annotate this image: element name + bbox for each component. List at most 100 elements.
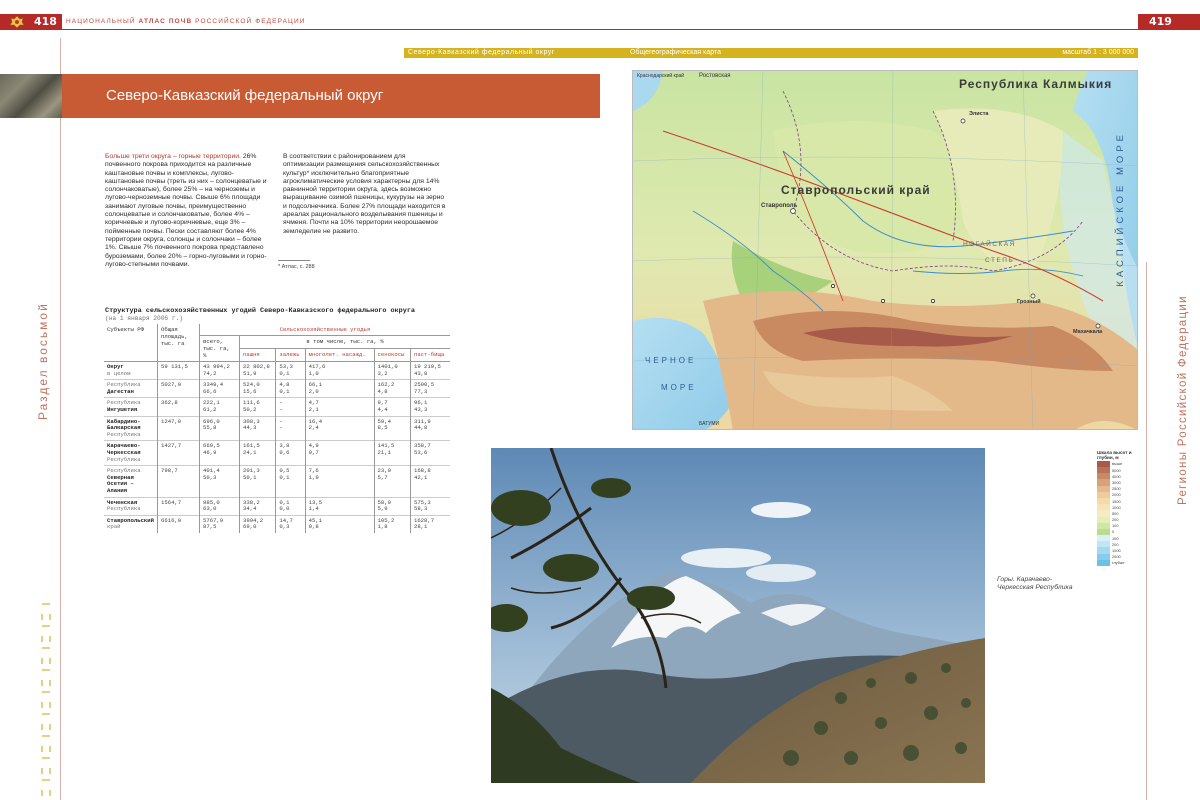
column-1-body: 26% почвенного покрова приходится на раз…: [105, 153, 267, 268]
row-subject-suffix: Республика: [107, 505, 141, 513]
running-head: национальный атлас почв российской федер…: [66, 18, 306, 25]
legend-scale: выше 5000 4000 3000 2500 2000 1500 1000 500 200 10…: [1097, 460, 1137, 566]
row-pasture-percent: 28,1: [413, 523, 428, 531]
row-total: 985,0 63,0: [199, 496, 240, 516]
row-total-percent: 63,0: [203, 505, 217, 513]
legend-label: 1500: [1112, 498, 1121, 504]
row-pasture: 19 219,5 43,8: [409, 360, 450, 380]
running-head-prefix: национальный: [66, 18, 136, 25]
row-total: 401,4 50,3: [199, 465, 240, 497]
table-row: Ставропольский край 6616,0 5767,9 87,5 3994,2…: [104, 514, 450, 533]
general-geographic-map: Республика Калмыкия Ставропольский край …: [632, 70, 1138, 430]
row-pasture: 2590,5 77,3: [409, 379, 450, 398]
row-perennial-percent: 2,4: [308, 424, 319, 432]
row-arable: 524,0 15,6: [238, 379, 276, 398]
legend-label: 200: [1112, 541, 1119, 547]
text-column-2: В соответствии с районированием для опти…: [283, 153, 446, 235]
left-header-rule: [62, 29, 600, 30]
map-label-grozny: Грозный: [1017, 299, 1041, 305]
header-fallow: залежь: [275, 348, 306, 362]
row-arable-percent: 34,4: [243, 505, 257, 513]
row-area: 5027,0: [157, 379, 200, 398]
row-area: 1427,7: [157, 440, 200, 466]
right-page-number: 419: [1149, 15, 1172, 28]
row-hay: 58,9 5,9: [373, 496, 411, 516]
right-header-rule: [600, 29, 1138, 30]
row-total-percent: 66,6: [203, 387, 217, 395]
row-hay-percent: 21,1: [377, 448, 391, 456]
left-margin-rule: [60, 38, 61, 800]
row-area: 6616,0: [157, 514, 200, 533]
map-label-elista: Элиста: [969, 111, 989, 117]
row-fallow: – –: [275, 397, 306, 417]
legend-label: 1000: [1112, 504, 1121, 510]
table-row: Кабардино-Балкарская Республика 1247,0 696,…: [104, 415, 450, 441]
row-perennial: 45,1 0,8: [304, 514, 375, 533]
legend-label: 5000: [1112, 467, 1121, 473]
row-perennial-percent: 2,0: [308, 387, 319, 395]
table-subcaption: (на 1 января 2006 г.): [105, 315, 183, 322]
row-total-percent: 74,2: [203, 369, 217, 377]
legend-item: глубже: [1097, 559, 1137, 566]
legend-label: 3000: [1112, 479, 1121, 485]
row-perennial-percent: 0,8: [308, 523, 319, 531]
row-hay: 141,5 21,1: [373, 440, 411, 466]
row-arable: 201,3 50,1: [238, 465, 276, 497]
row-perennial: 66,1 2,0: [304, 379, 375, 398]
column-1-lead: Больше трети округа – горные территории.: [105, 153, 241, 160]
row-arable: 161,5 24,1: [238, 440, 276, 466]
row-perennial: 417,6 1,0: [304, 360, 375, 380]
row-hay: 23,0 5,7: [373, 465, 411, 497]
row-total: 3349,4 66,6: [199, 379, 240, 398]
row-perennial-percent: 1,0: [308, 369, 319, 377]
row-total-percent: 46,9: [203, 448, 217, 456]
legend-label: 4000: [1112, 473, 1121, 479]
header-subject: Субъекты РФ: [104, 324, 158, 362]
row-arable: 338,2 34,4: [238, 496, 276, 516]
map-header-scale: масштаб 1 : 3 000 000: [1062, 48, 1134, 56]
map-label-steppe: СТЕПЬ: [985, 257, 1015, 264]
title-thumbnail-image: [0, 74, 62, 118]
row-hay: 105,2 1,8: [373, 514, 411, 533]
row-fallow: 0,5 0,1: [275, 465, 306, 497]
row-perennial: 4,7 2,1: [304, 397, 375, 417]
row-pasture-percent: 42,1: [413, 473, 428, 481]
row-subject-suffix: в целом: [107, 369, 131, 377]
header-incl: в том числе, тыс. га, %: [239, 335, 450, 349]
legend-label: 100: [1112, 523, 1119, 529]
legend-label: 200: [1112, 517, 1119, 523]
row-total: 222,1 61,2: [199, 397, 240, 417]
legend-title: Шкала высот и глубин, м: [1097, 450, 1132, 461]
row-pasture-percent: 58,3: [413, 505, 428, 513]
row-pasture-percent: 43,8: [413, 369, 428, 377]
row-pasture-percent: 44,8: [413, 424, 428, 432]
legend-label: 2000: [1112, 492, 1121, 498]
section-label: Раздел восьмой: [36, 302, 50, 420]
map-label-batumi: БАТУМИ: [699, 421, 720, 427]
text-column-1: Больше трети округа – горные территории.…: [105, 153, 268, 269]
row-total: 696,0 55,8: [199, 415, 240, 441]
legend-label: 2500: [1112, 486, 1121, 492]
map-header-type: Общегеографическая карта: [630, 48, 721, 56]
left-page-number: 418: [34, 15, 57, 28]
row-hay: 59,4 8,5: [373, 415, 411, 441]
row-perennial-percent: 1,9: [308, 473, 319, 481]
legend-label: 100: [1112, 535, 1119, 541]
legend-label: 0: [1112, 529, 1115, 535]
footnote: * Атлас, с. 288: [278, 264, 315, 270]
row-fallow-percent: –: [279, 424, 283, 432]
row-hay-percent: 4,8: [377, 387, 388, 395]
table-row: Республика Северная Осетия – Алания 798,7 4…: [104, 465, 450, 497]
running-head-bold: атлас почв: [138, 18, 193, 25]
map-label-rostov: Ростовская: [699, 73, 731, 79]
row-perennial-percent: 0,7: [308, 448, 319, 456]
row-pasture: 311,9 44,8: [409, 415, 450, 441]
row-fallow: 3,8 0,6: [275, 440, 306, 466]
row-total: 5767,9 87,5: [199, 514, 240, 533]
map-label-black-sea-1: ЧЕРНОЕ: [645, 356, 697, 365]
photo-graphic: [491, 448, 985, 783]
row-perennial: 4,9 0,7: [304, 440, 375, 466]
row-fallow: 4,8 0,1: [275, 379, 306, 398]
table-row: Чеченская Республика 1564,7 985,0 63,0 338,2 3…: [104, 496, 450, 516]
row-subject-name: Карачаево-Черкесская: [107, 442, 141, 456]
